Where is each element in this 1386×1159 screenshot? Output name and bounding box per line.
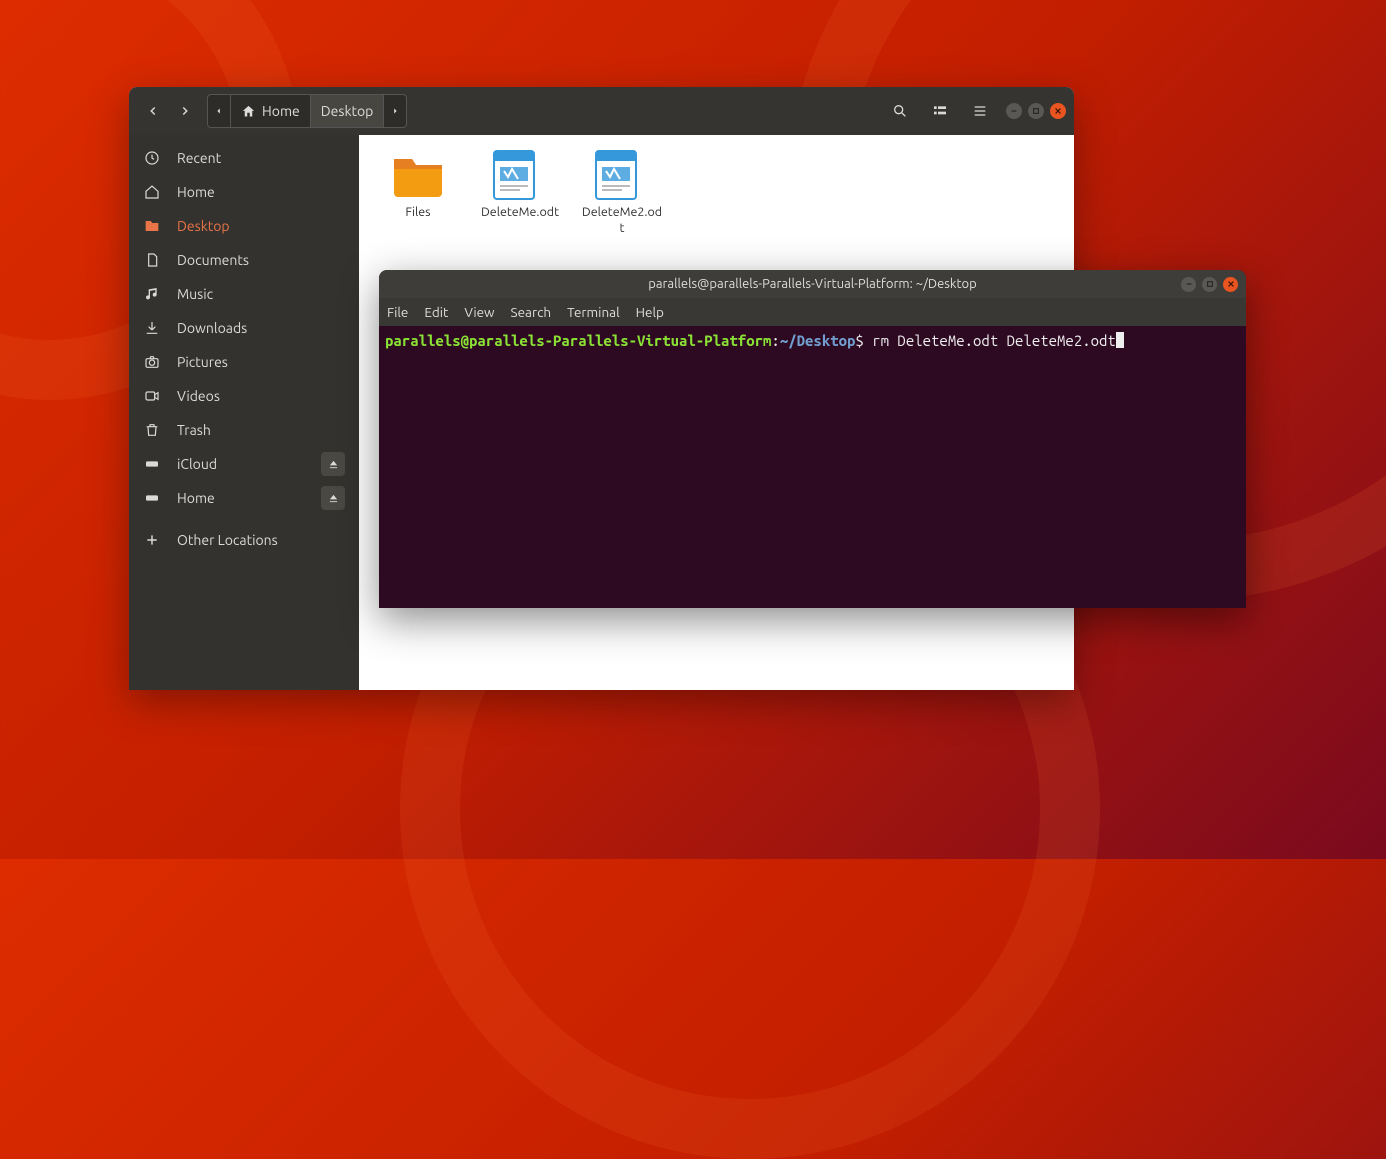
term-maximize-button[interactable] xyxy=(1202,277,1217,292)
terminal-command: rm DeleteMe.odt DeleteMe2.odt xyxy=(864,332,1116,349)
list-view-icon xyxy=(932,103,948,119)
terminal-menu-help[interactable]: Help xyxy=(636,304,664,320)
sidebar-item-videos[interactable]: Videos xyxy=(129,379,359,413)
folder-icon xyxy=(143,218,161,234)
path-current-label: Desktop xyxy=(321,103,374,119)
view-mode-button[interactable] xyxy=(922,95,958,127)
path-bar: Home Desktop xyxy=(207,94,407,128)
plus-icon xyxy=(143,532,161,548)
prompt-colon: : xyxy=(771,332,779,349)
folder-file-icon xyxy=(390,149,446,201)
sidebar-item-trash[interactable]: Trash xyxy=(129,413,359,447)
fm-close-button[interactable] xyxy=(1050,103,1066,119)
document-icon xyxy=(143,252,161,268)
music-icon xyxy=(143,286,161,302)
term-window-controls xyxy=(1181,277,1238,292)
file-label: DeleteMe2.odt xyxy=(581,205,663,236)
nav-back-button[interactable] xyxy=(139,95,167,127)
fm-minimize-button[interactable] xyxy=(1006,103,1022,119)
drive-icon xyxy=(143,456,161,472)
sidebar-item-label: Other Locations xyxy=(177,532,278,548)
nav-forward-button[interactable] xyxy=(171,95,199,127)
prompt-path: ~/Desktop xyxy=(780,332,856,349)
terminal-title: parallels@parallels-Parallels-Virtual-Pl… xyxy=(648,277,977,291)
sidebar-item-label: Home xyxy=(177,184,215,200)
path-home-label: Home xyxy=(262,103,300,119)
terminal-body[interactable]: parallels@parallels-Parallels-Virtual-Pl… xyxy=(379,326,1246,608)
path-seg-home[interactable]: Home xyxy=(231,95,311,127)
prompt-user-host: parallels@parallels-Parallels-Virtual-Pl… xyxy=(385,332,771,349)
sidebar-item-music[interactable]: Music xyxy=(129,277,359,311)
sidebar-item-pictures[interactable]: Pictures xyxy=(129,345,359,379)
camera-icon xyxy=(143,354,161,370)
sidebar-item-other[interactable]: Other Locations xyxy=(129,523,359,557)
clock-icon xyxy=(143,150,161,166)
sidebar-item-label: Trash xyxy=(177,422,211,438)
sidebar-item-label: iCloud xyxy=(177,456,217,472)
terminal-window: parallels@parallels-Parallels-Virtual-Pl… xyxy=(379,270,1246,608)
prompt-dollar: $ xyxy=(855,332,863,349)
fm-window-controls xyxy=(1006,103,1066,119)
hamburger-menu-button[interactable] xyxy=(962,95,998,127)
sidebar-item-downloads[interactable]: Downloads xyxy=(129,311,359,345)
file-item[interactable]: DeleteMe.odt xyxy=(479,149,561,221)
video-icon xyxy=(143,388,161,404)
sidebar-item-icloud[interactable]: iCloud xyxy=(129,447,359,481)
home-icon xyxy=(241,104,256,119)
sidebar-item-label: Downloads xyxy=(177,320,247,336)
fm-maximize-button[interactable] xyxy=(1028,103,1044,119)
term-close-button[interactable] xyxy=(1223,277,1238,292)
file-item[interactable]: DeleteMe2.odt xyxy=(581,149,663,236)
download-icon xyxy=(143,320,161,336)
file-item[interactable]: Files xyxy=(377,149,459,221)
sidebar-item-label: Pictures xyxy=(177,354,228,370)
path-seg-forward[interactable] xyxy=(384,95,406,127)
term-minimize-button[interactable] xyxy=(1181,277,1196,292)
eject-button[interactable] xyxy=(321,452,345,476)
sidebar-item-home[interactable]: Home xyxy=(129,175,359,209)
odt-file-icon xyxy=(492,149,548,201)
search-button[interactable] xyxy=(882,95,918,127)
drive-icon xyxy=(143,490,161,506)
path-seg-current[interactable]: Desktop xyxy=(311,95,385,127)
hamburger-icon xyxy=(972,103,988,119)
path-seg-back[interactable] xyxy=(208,95,231,127)
sidebar-item-label: Desktop xyxy=(177,218,230,234)
sidebar-item-label: Home xyxy=(177,490,215,506)
terminal-menubar: File Edit View Search Terminal Help xyxy=(379,298,1246,326)
sidebar-item-recent[interactable]: Recent xyxy=(129,141,359,175)
terminal-menu-file[interactable]: File xyxy=(387,304,408,320)
file-manager-header: Home Desktop xyxy=(129,87,1074,135)
sidebar-item-label: Documents xyxy=(177,252,249,268)
sidebar-item-homedrive[interactable]: Home xyxy=(129,481,359,515)
terminal-menu-view[interactable]: View xyxy=(464,304,494,320)
sidebar-item-label: Recent xyxy=(177,150,221,166)
terminal-cursor xyxy=(1116,332,1124,348)
home-icon xyxy=(143,184,161,200)
eject-button[interactable] xyxy=(321,486,345,510)
sidebar: Recent Home Desktop Documents Music Downloads… xyxy=(129,135,359,690)
odt-file-icon xyxy=(594,149,650,201)
terminal-menu-edit[interactable]: Edit xyxy=(424,304,448,320)
terminal-menu-search[interactable]: Search xyxy=(511,304,552,320)
terminal-titlebar[interactable]: parallels@parallels-Parallels-Virtual-Pl… xyxy=(379,270,1246,298)
search-icon xyxy=(892,103,908,119)
sidebar-item-documents[interactable]: Documents xyxy=(129,243,359,277)
file-label: DeleteMe.odt xyxy=(479,205,561,221)
sidebar-item-label: Videos xyxy=(177,388,220,404)
sidebar-item-label: Music xyxy=(177,286,213,302)
file-label: Files xyxy=(377,205,459,221)
terminal-menu-terminal[interactable]: Terminal xyxy=(567,304,620,320)
sidebar-item-desktop[interactable]: Desktop xyxy=(129,209,359,243)
trash-icon xyxy=(143,422,161,438)
